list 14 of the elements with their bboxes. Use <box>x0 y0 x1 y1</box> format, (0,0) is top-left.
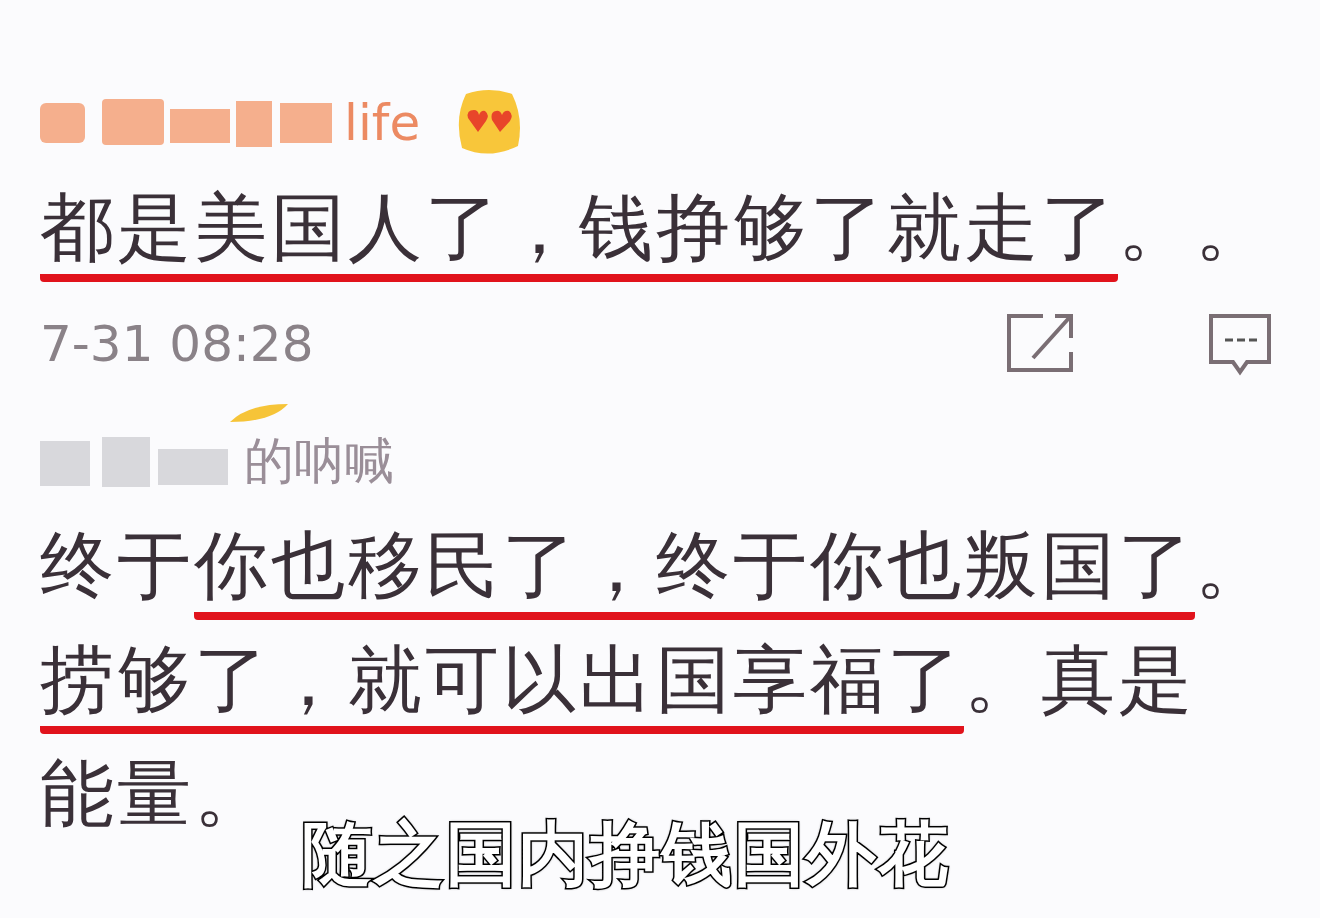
timestamp: 7-31 08:28 <box>40 315 314 373</box>
comment-text: 终于 <box>40 528 194 610</box>
comment-text: 。。 <box>1118 190 1272 272</box>
share-icon[interactable] <box>1005 312 1075 374</box>
underlined-text: 你也移民了，终于你也叛国了 <box>194 528 1195 620</box>
video-subtitle: 随之国内挣钱国外花 <box>302 812 950 897</box>
username[interactable]: life <box>344 94 421 152</box>
comment-text: 能量。 <box>40 756 271 838</box>
underlined-text: 都是美国人了，钱挣够了就走了 <box>40 190 1118 282</box>
comment-text: 。真是 <box>964 642 1195 724</box>
leaf-icon <box>228 402 290 424</box>
username[interactable]: 的呐喊 <box>244 427 394 495</box>
comment-text: 。 <box>1195 528 1272 610</box>
underlined-text: 捞够了，就可以出国享福了 <box>40 642 964 734</box>
